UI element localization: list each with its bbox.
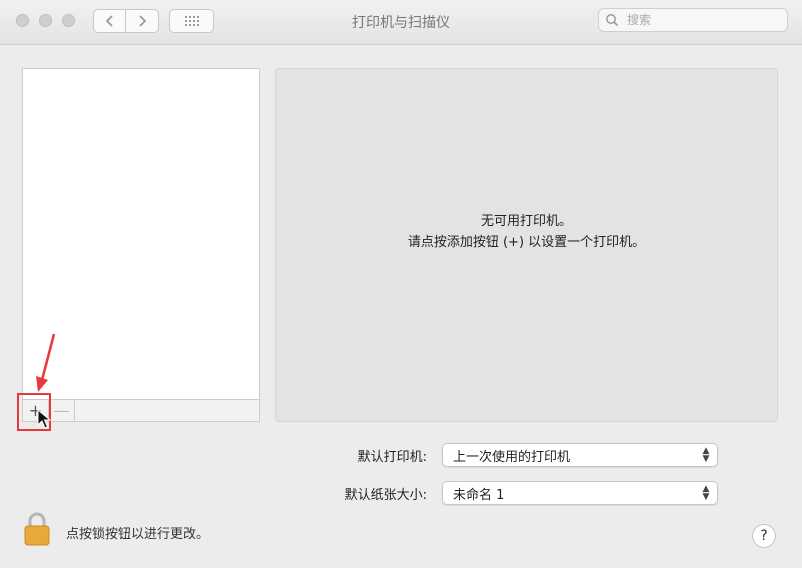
add-printer-hint: 请点按添加按钮 (+) 以设置一个打印机。	[407, 235, 646, 250]
updown-chevron-icon: ▲ ▼	[702, 446, 710, 464]
default-paper-value: 未命名 1	[453, 487, 505, 503]
search-icon	[606, 14, 619, 27]
default-printer-value: 上一次使用的打印机	[453, 449, 571, 465]
printer-detail-pane: 无可用打印机。 请点按添加按钮 (+) 以设置一个打印机。	[275, 68, 778, 422]
search-input[interactable]	[625, 12, 779, 28]
search-field[interactable]	[598, 8, 788, 32]
help-button[interactable]: ?	[752, 524, 776, 548]
mouse-pointer-icon	[37, 409, 51, 429]
remove-printer-button[interactable]: —	[49, 400, 75, 421]
lock-icon[interactable]	[22, 511, 52, 547]
default-printer-select[interactable]: 上一次使用的打印机 ▲ ▼	[442, 443, 718, 467]
lock-hint-text: 点按锁按钮以进行更改。	[66, 527, 210, 542]
updown-chevron-icon: ▲ ▼	[702, 484, 710, 502]
no-printer-message: 无可用打印机。	[480, 214, 572, 229]
default-paper-select[interactable]: 未命名 1 ▲ ▼	[442, 481, 718, 505]
default-paper-label: 默认纸张大小:	[344, 488, 427, 503]
annotation-arrow-icon	[36, 333, 56, 392]
printer-list-toolbar: + —	[22, 399, 260, 422]
default-printer-label: 默认打印机:	[357, 450, 427, 465]
title-bar: 打印机与扫描仪	[0, 0, 802, 45]
